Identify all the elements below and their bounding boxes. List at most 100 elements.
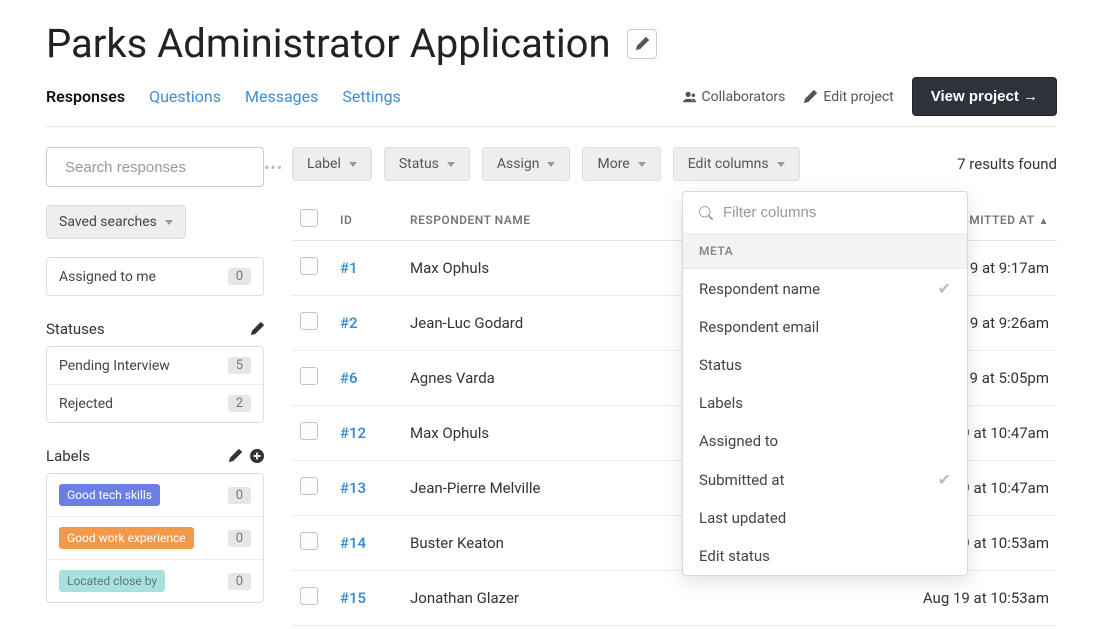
- label-button-text: Label: [307, 156, 341, 172]
- chevron-down-icon: [447, 162, 455, 167]
- row-checkbox[interactable]: [300, 312, 318, 330]
- count-badge: 2: [228, 395, 251, 412]
- sidebar-item-assigned-to-me[interactable]: Assigned to me 0: [47, 258, 263, 295]
- row-checkbox[interactable]: [300, 257, 318, 275]
- more-icon[interactable]: •••: [264, 158, 283, 177]
- count-badge: 0: [228, 573, 251, 590]
- select-all-checkbox[interactable]: [300, 209, 318, 227]
- chevron-down-icon: [165, 220, 173, 225]
- sidebar-item-label: Assigned to me: [59, 269, 156, 285]
- pencil-icon[interactable]: [228, 449, 242, 463]
- assign-button[interactable]: Assign: [482, 147, 571, 181]
- chevron-down-icon: [777, 162, 785, 167]
- column-option[interactable]: Status: [683, 346, 967, 384]
- column-option-label: Last updated: [699, 509, 786, 527]
- column-option-label: Respondent email: [699, 318, 819, 336]
- count-badge: 0: [228, 268, 251, 285]
- pencil-icon: [803, 90, 817, 104]
- label-pill: Good work experience: [59, 527, 194, 549]
- row-checkbox[interactable]: [300, 367, 318, 385]
- tab-messages[interactable]: Messages: [245, 87, 318, 106]
- column-option-label: Labels: [699, 394, 743, 412]
- column-option[interactable]: Respondent email: [683, 308, 967, 346]
- row-checkbox[interactable]: [300, 532, 318, 550]
- label-item[interactable]: Good tech skills 0: [47, 474, 263, 516]
- labels-heading: Labels: [46, 447, 90, 465]
- status-item[interactable]: Rejected 2: [47, 384, 263, 422]
- response-id-link[interactable]: #13: [340, 479, 366, 497]
- column-option-label: Status: [699, 356, 742, 374]
- main-tabs: Responses Questions Messages Settings: [46, 87, 401, 106]
- chevron-down-icon: [547, 162, 555, 167]
- count-badge: 0: [228, 487, 251, 504]
- collaborators-label: Collaborators: [702, 89, 786, 105]
- column-option-label: Assigned to: [699, 432, 778, 450]
- edit-project-link[interactable]: Edit project: [803, 89, 893, 105]
- page-title: Parks Administrator Application: [46, 20, 611, 67]
- pencil-icon[interactable]: [250, 322, 264, 336]
- column-option[interactable]: Respondent name ✔: [683, 269, 967, 308]
- table-row[interactable]: #15Jonathan GlazerAug 19 at 10:53am: [292, 571, 1057, 626]
- label-item[interactable]: Good work experience 0: [47, 516, 263, 559]
- tab-questions[interactable]: Questions: [149, 87, 221, 106]
- count-badge: 0: [228, 530, 251, 547]
- edit-columns-dropdown: META Respondent name ✔ Respondent email Sta…: [682, 191, 968, 576]
- status-item[interactable]: Pending Interview 5: [47, 347, 263, 384]
- response-id-link[interactable]: #1: [340, 259, 358, 277]
- chevron-down-icon: [349, 162, 357, 167]
- status-button-text: Status: [399, 156, 439, 172]
- check-icon: ✔: [938, 279, 951, 298]
- submitted-at: Aug 19 at 10:53am: [734, 571, 1057, 626]
- column-option[interactable]: Labels: [683, 384, 967, 422]
- column-option[interactable]: Submitted at ✔: [683, 460, 967, 499]
- collaborators-link[interactable]: Collaborators: [682, 89, 786, 105]
- results-count: 7 results found: [957, 155, 1057, 173]
- count-badge: 5: [228, 357, 251, 374]
- row-checkbox[interactable]: [300, 477, 318, 495]
- label-button[interactable]: Label: [292, 147, 372, 181]
- response-id-link[interactable]: #6: [340, 369, 358, 387]
- edit-columns-button[interactable]: Edit columns: [673, 147, 800, 181]
- response-id-link[interactable]: #2: [340, 314, 358, 332]
- row-checkbox[interactable]: [300, 422, 318, 440]
- status-button[interactable]: Status: [384, 147, 470, 181]
- more-button[interactable]: More: [582, 147, 660, 181]
- dropdown-section-header: META: [683, 234, 967, 269]
- label-pill: Good tech skills: [59, 484, 160, 506]
- statuses-heading: Statuses: [46, 320, 105, 338]
- column-option-label: Submitted at: [699, 471, 784, 489]
- search-responses-wrap: •••: [46, 147, 264, 187]
- view-project-button[interactable]: View project →: [912, 77, 1057, 116]
- plus-icon[interactable]: [250, 449, 264, 463]
- edit-columns-text: Edit columns: [688, 156, 769, 172]
- check-icon: ✔: [938, 470, 951, 489]
- response-id-link[interactable]: #15: [340, 589, 366, 607]
- sort-asc-icon: ▲: [1039, 216, 1049, 227]
- column-option-label: Edit status: [699, 547, 770, 565]
- search-icon: [699, 206, 713, 220]
- response-id-link[interactable]: #14: [340, 534, 366, 552]
- more-button-text: More: [597, 156, 629, 172]
- status-label: Pending Interview: [59, 358, 170, 374]
- search-responses-input[interactable]: [65, 159, 264, 176]
- label-item[interactable]: Located close by 0: [47, 559, 263, 602]
- column-option[interactable]: Assigned to: [683, 422, 967, 460]
- users-icon: [682, 90, 696, 104]
- column-option[interactable]: Last updated: [683, 499, 967, 537]
- response-id-link[interactable]: #12: [340, 424, 366, 442]
- assign-button-text: Assign: [497, 156, 540, 172]
- tab-settings[interactable]: Settings: [342, 87, 400, 106]
- column-option[interactable]: Edit status: [683, 537, 967, 575]
- saved-searches-button[interactable]: Saved searches: [46, 205, 186, 239]
- tab-responses[interactable]: Responses: [46, 87, 125, 106]
- saved-searches-label: Saved searches: [59, 214, 157, 230]
- chevron-down-icon: [638, 162, 646, 167]
- filter-columns-input[interactable]: [723, 204, 951, 221]
- edit-project-label: Edit project: [823, 89, 893, 105]
- col-id[interactable]: ID: [332, 199, 402, 241]
- status-label: Rejected: [59, 396, 113, 412]
- label-pill: Located close by: [59, 570, 165, 592]
- edit-title-button[interactable]: [627, 29, 657, 59]
- row-checkbox[interactable]: [300, 587, 318, 605]
- column-option-label: Respondent name: [699, 280, 820, 298]
